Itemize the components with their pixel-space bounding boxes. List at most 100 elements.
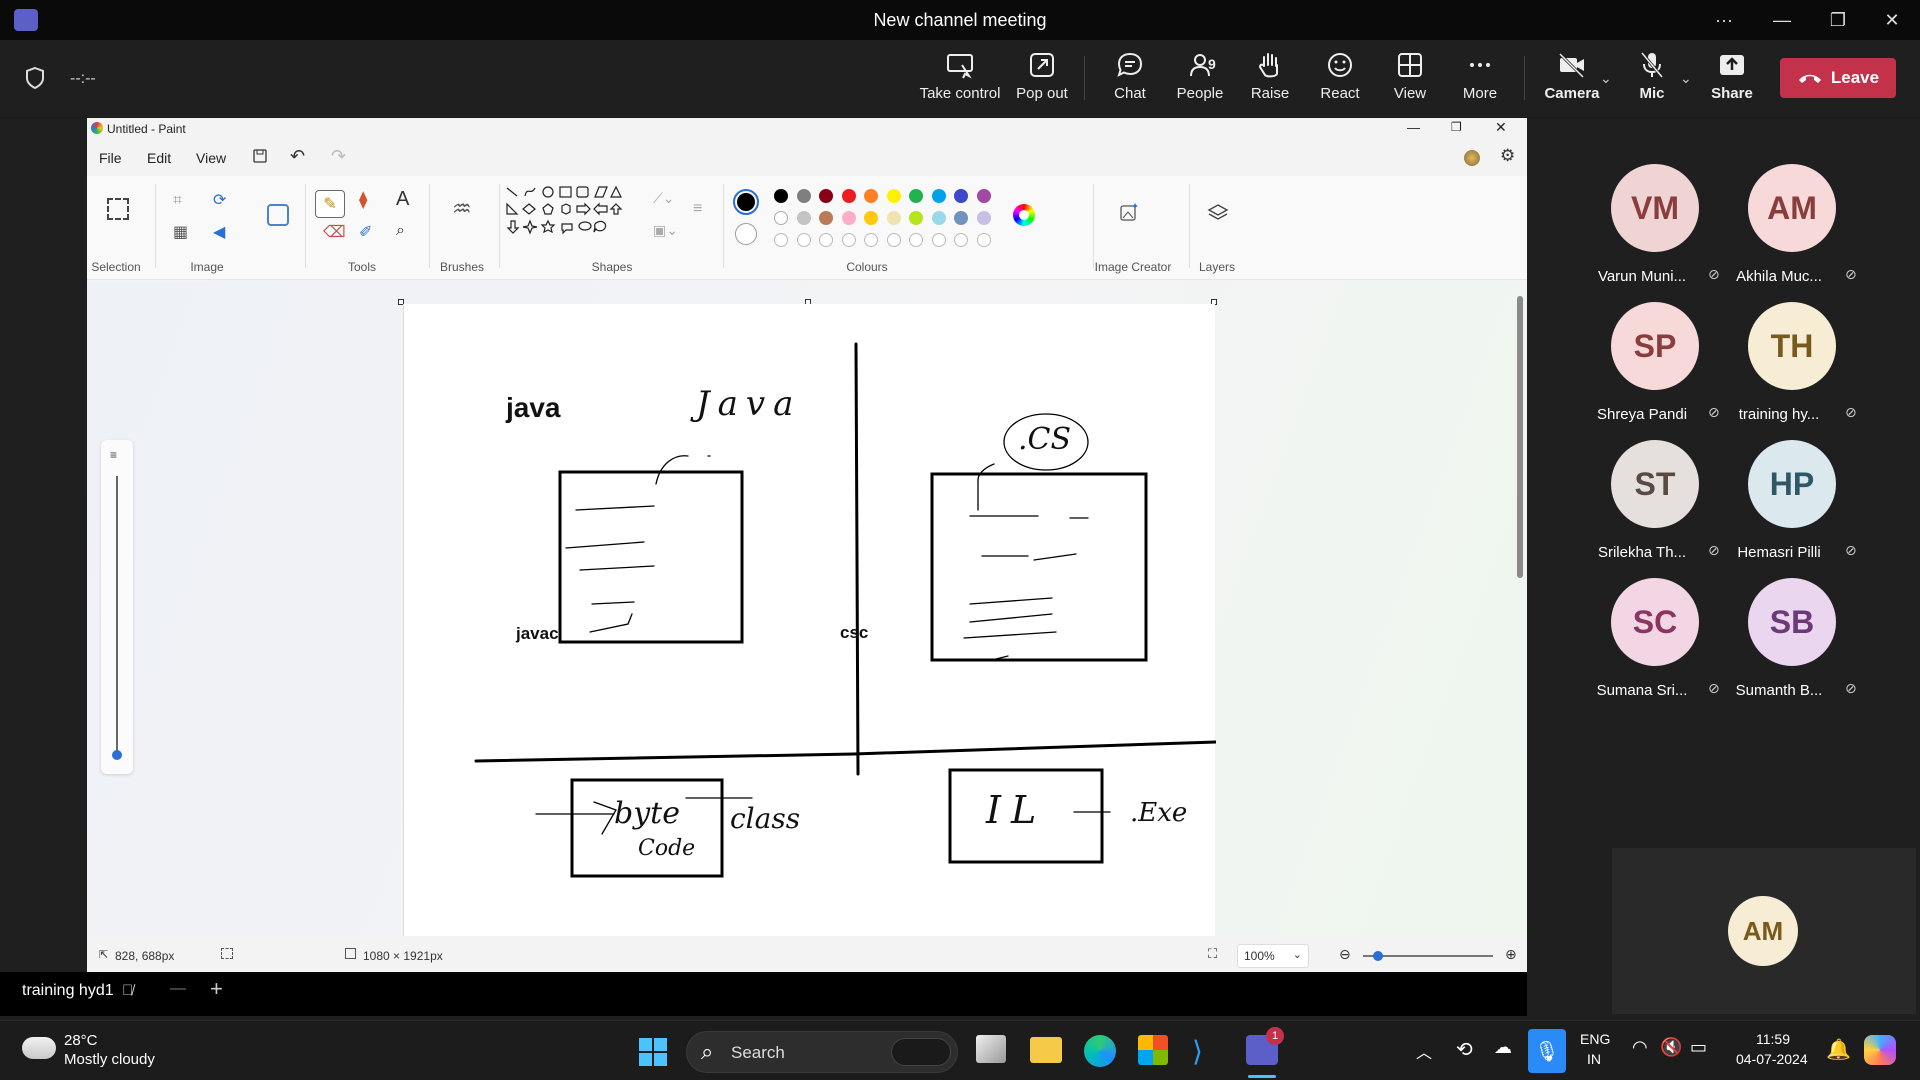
- take-control-button[interactable]: Take control: [918, 50, 1002, 112]
- palette-swatch[interactable]: [954, 189, 968, 203]
- flip-icon[interactable]: ◀: [213, 222, 225, 242]
- clock-time[interactable]: 11:59: [1756, 1031, 1790, 1047]
- menu-file[interactable]: File: [99, 150, 122, 174]
- vscode-icon[interactable]: ⟩: [1192, 1035, 1203, 1068]
- resize-icon[interactable]: ▦: [173, 222, 188, 242]
- wifi-icon[interactable]: ◠: [1632, 1037, 1648, 1058]
- more-options-icon[interactable]: ···: [1696, 0, 1752, 40]
- show-hidden-icons-chevron[interactable]: ︿: [1416, 1039, 1432, 1063]
- undo-icon[interactable]: ↶: [290, 146, 305, 167]
- volume-muted-icon[interactable]: 🔇: [1660, 1037, 1682, 1058]
- participant-tile[interactable]: ST Srilekha Th... ⊘: [1580, 440, 1730, 570]
- redo-icon[interactable]: ↷: [331, 146, 346, 167]
- brush-icon[interactable]: ♒: [452, 196, 472, 222]
- image-creator-icon[interactable]: [1119, 202, 1139, 222]
- edge-browser-icon[interactable]: [1084, 1035, 1116, 1067]
- palette-swatch[interactable]: [886, 211, 901, 225]
- zoom-slider[interactable]: [1363, 951, 1493, 961]
- shapes-gallery[interactable]: [505, 184, 631, 240]
- palette-swatch[interactable]: [864, 189, 878, 203]
- palette-swatch[interactable]: [886, 189, 901, 203]
- participant-tile[interactable]: AM Akhila Muc... ⊘: [1717, 164, 1867, 294]
- secondary-colour-swatch[interactable]: [735, 223, 757, 245]
- mic-options-chevron-icon[interactable]: ⌄: [1680, 70, 1692, 87]
- palette-swatch[interactable]: [774, 189, 788, 203]
- notification-bell-icon[interactable]: 🔔: [1826, 1037, 1851, 1062]
- empty-palette-slot[interactable]: [864, 233, 878, 247]
- menu-view[interactable]: View: [196, 150, 226, 174]
- crop-icon[interactable]: ⌗: [173, 192, 182, 210]
- windows-start-icon[interactable]: [638, 1037, 668, 1067]
- zoom-out-icon[interactable]: ⊖: [1339, 946, 1351, 963]
- zoom-in-icon[interactable]: ⊕: [1505, 946, 1517, 963]
- task-view-icon[interactable]: [976, 1035, 1006, 1063]
- pop-out-button[interactable]: Pop out: [1010, 50, 1074, 112]
- copilot-icon[interactable]: [1464, 150, 1480, 166]
- color-picker-icon[interactable]: ✐: [359, 222, 372, 242]
- slider-thumb[interactable]: [112, 750, 122, 760]
- view-button[interactable]: View: [1380, 50, 1440, 112]
- teams-taskbar-icon[interactable]: 1: [1246, 1027, 1284, 1065]
- empty-palette-slot[interactable]: [819, 233, 833, 247]
- react-button[interactable]: React: [1310, 50, 1370, 112]
- cloud-offline-icon[interactable]: ☁: [1494, 1037, 1512, 1058]
- leave-button[interactable]: Leave: [1780, 58, 1896, 98]
- palette-swatch[interactable]: [796, 189, 811, 203]
- fill-style-icon[interactable]: ▣⌄: [653, 222, 678, 239]
- restore-icon[interactable]: ❐: [1810, 0, 1866, 40]
- palette-swatch[interactable]: [976, 189, 991, 203]
- vertical-scrollbar[interactable]: [1517, 288, 1523, 934]
- paint-restore-icon[interactable]: ❐: [1451, 120, 1462, 134]
- weather-widget[interactable]: 28°C Mostly cloudy: [22, 1029, 222, 1073]
- minimize-icon[interactable]: —: [1754, 0, 1810, 40]
- primary-colour-swatch[interactable]: [733, 189, 759, 215]
- scrollbar-thumb[interactable]: [1517, 296, 1523, 578]
- settings-gear-icon[interactable]: ⚙: [1500, 146, 1515, 166]
- palette-swatch[interactable]: [819, 189, 833, 203]
- pencil-tool-button[interactable]: ✎: [315, 190, 345, 218]
- palette-swatch[interactable]: [841, 211, 856, 225]
- microsoft-store-icon[interactable]: [1138, 1035, 1168, 1065]
- palette-swatch[interactable]: [819, 211, 833, 225]
- raise-hand-button[interactable]: Raise: [1240, 50, 1300, 112]
- copilot-taskbar-icon[interactable]: [1864, 1035, 1896, 1065]
- edit-colours-icon[interactable]: [1013, 204, 1035, 226]
- file-explorer-icon[interactable]: [1030, 1037, 1062, 1063]
- eraser-icon[interactable]: ⌫: [323, 222, 346, 242]
- palette-swatch[interactable]: [796, 211, 811, 225]
- palette-swatch[interactable]: [954, 211, 968, 225]
- save-icon[interactable]: [252, 148, 268, 164]
- palette-swatch[interactable]: [841, 189, 856, 203]
- fill-bucket-icon[interactable]: ⧫: [359, 190, 367, 210]
- empty-palette-slot[interactable]: [774, 233, 788, 247]
- fit-to-window-icon[interactable]: ⛶: [1208, 946, 1217, 962]
- participant-tile[interactable]: HP Hemasri Pilli ⊘: [1717, 440, 1867, 570]
- empty-palette-slot[interactable]: [976, 233, 991, 247]
- language-bottom[interactable]: IN: [1587, 1051, 1601, 1067]
- close-icon[interactable]: ✕: [1864, 0, 1920, 40]
- mic-button[interactable]: Mic: [1624, 50, 1680, 112]
- self-view-tile[interactable]: AM: [1612, 848, 1916, 1014]
- participant-tile[interactable]: TH training hy... ⊘: [1717, 302, 1867, 432]
- empty-palette-slot[interactable]: [931, 233, 946, 247]
- palette-swatch[interactable]: [774, 211, 788, 225]
- zoom-slider-thumb[interactable]: [1373, 951, 1383, 961]
- empty-palette-slot[interactable]: [886, 233, 901, 247]
- add-icon[interactable]: +: [210, 976, 223, 1002]
- palette-swatch[interactable]: [864, 211, 878, 225]
- clock-date[interactable]: 04-07-2024: [1736, 1051, 1808, 1067]
- outline-style-icon[interactable]: ⟋⌄: [653, 190, 675, 207]
- sync-icon[interactable]: ⟲: [1456, 1037, 1473, 1062]
- menu-edit[interactable]: Edit: [147, 150, 171, 174]
- magnifier-icon[interactable]: ⌕: [396, 222, 405, 240]
- taskbar-search-box[interactable]: ⌕ Search: [686, 1031, 958, 1073]
- empty-palette-slot[interactable]: [841, 233, 856, 247]
- size-icon[interactable]: ≡: [693, 200, 702, 218]
- palette-swatch[interactable]: [931, 189, 946, 203]
- empty-palette-slot[interactable]: [909, 233, 923, 247]
- people-button[interactable]: 9 People: [1168, 50, 1232, 112]
- palette-swatch[interactable]: [931, 211, 946, 225]
- participant-tile[interactable]: VM Varun Muni... ⊘: [1580, 164, 1730, 294]
- participant-tile[interactable]: SC Sumana Sri... ⊘: [1580, 578, 1730, 708]
- language-top[interactable]: ENG: [1580, 1031, 1610, 1047]
